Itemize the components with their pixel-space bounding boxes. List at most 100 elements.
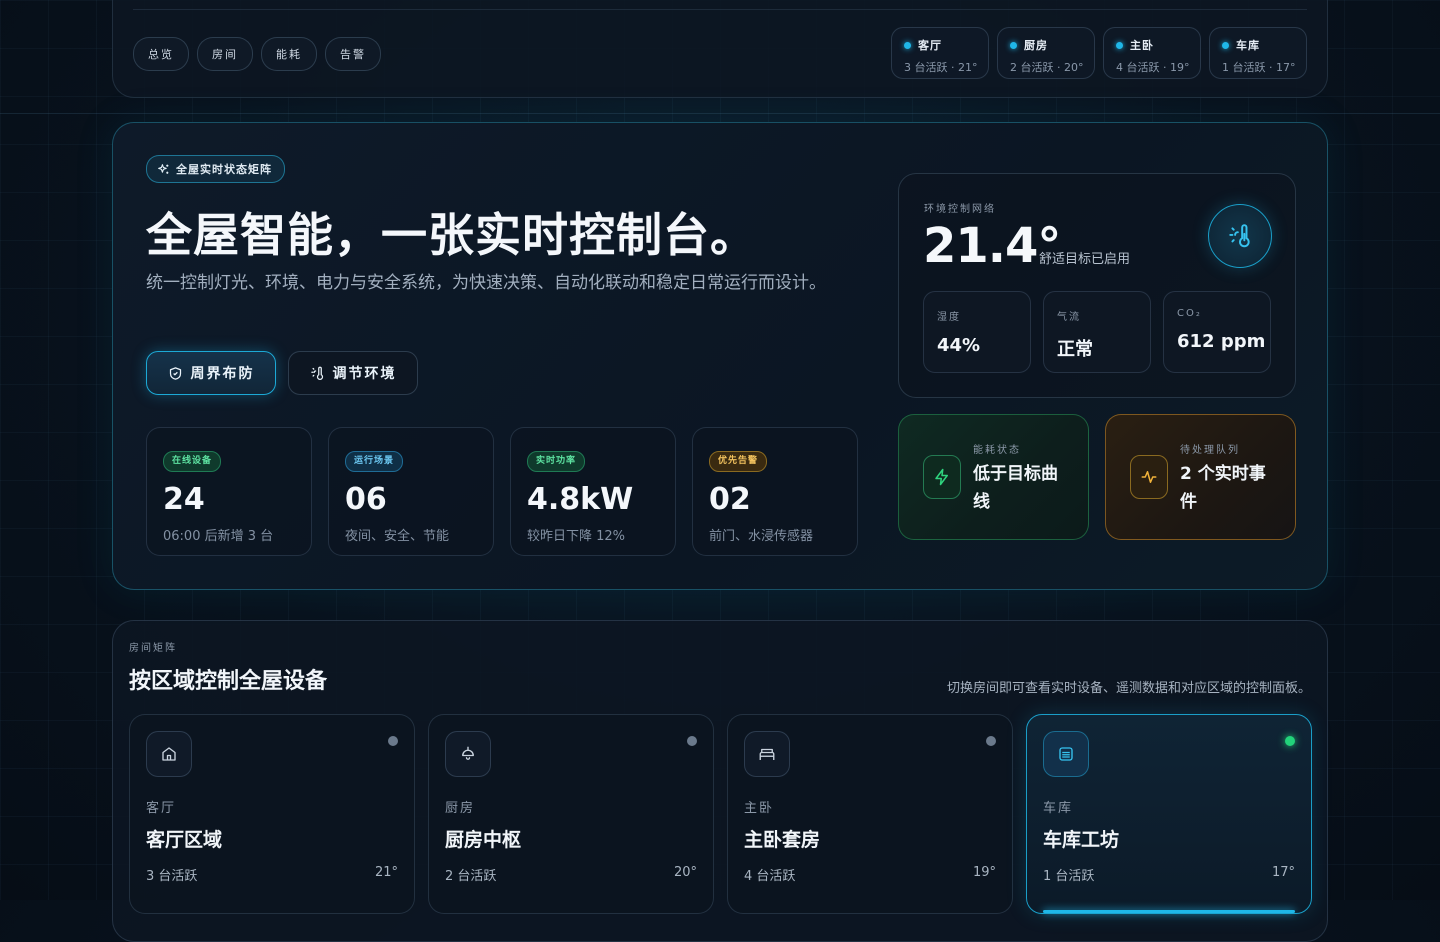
room-chips: 客厅 3 台活跃 · 21° 厨房 2 台活跃 · 20° 主卧 4 台活跃 ·… <box>891 27 1307 79</box>
thermometer-sun-icon <box>310 366 323 380</box>
stat-tag: 在线设备 <box>163 451 222 472</box>
room-chip-name: 车库 <box>1236 39 1260 52</box>
room-label: 主卧 <box>744 801 775 816</box>
room-chip-bedroom[interactable]: 主卧 4 台活跃 · 19° <box>1103 27 1201 79</box>
room-chip-sub: 4 台活跃 · 19° <box>1116 61 1190 74</box>
room-active-devices: 2 台活跃 <box>445 869 497 884</box>
home-icon <box>162 747 176 761</box>
adjust-environment-label: 调节环境 <box>332 366 397 382</box>
room-status-dot <box>388 736 398 746</box>
stat-value: 4.8kW <box>527 482 634 517</box>
room-status-dot <box>986 736 996 746</box>
arm-perimeter-button[interactable]: 周界布防 <box>146 351 276 395</box>
energy-label: 能耗状态 <box>973 445 1021 456</box>
nav-alerts[interactable]: 告警 <box>325 37 381 71</box>
metric-label: 气流 <box>1057 312 1081 323</box>
environment-label: 环境控制网络 <box>924 204 996 215</box>
room-card-bedroom[interactable]: 主卧 主卧套房 4 台活跃 19° <box>727 714 1013 914</box>
nav-rooms[interactable]: 房间 <box>197 37 253 71</box>
room-temperature: 19° <box>972 865 996 880</box>
stat-card-online-devices: 在线设备 24 06:00 后新增 3 台 <box>146 427 312 556</box>
stat-card-priority-alerts: 优先告警 02 前门、水浸传感器 <box>692 427 858 556</box>
metric-value: 正常 <box>1057 339 1093 360</box>
pulse-icon <box>1141 471 1157 483</box>
home-icon-box <box>146 731 192 777</box>
room-chip-name: 客厅 <box>918 39 942 52</box>
environment-panel: 环境控制网络 21.4° 舒适目标已启用 湿度 44% 气流 正常 CO₂ 61… <box>898 173 1296 398</box>
stat-tag: 实时功率 <box>527 451 586 472</box>
room-status-dot <box>1285 736 1295 746</box>
environment-status: 舒适目标已启用 <box>1039 252 1131 267</box>
metric-value: 612 ppm <box>1177 331 1266 352</box>
airflow-metric: 气流 正常 <box>1043 291 1151 373</box>
adjust-environment-button[interactable]: 调节环境 <box>288 351 418 395</box>
background-divider <box>0 113 1440 114</box>
room-name: 车库工坊 <box>1043 829 1120 851</box>
hero-description: 统一控制灯光、环境、电力与安全系统，为快速决策、自动化联动和稳定日常运行而设计。 <box>146 273 826 293</box>
energy-status-card[interactable]: 能耗状态 低于目标曲线 <box>898 414 1089 540</box>
lightning-icon <box>935 468 948 486</box>
pulse-icon-box <box>1130 455 1168 499</box>
room-matrix-title: 按区域控制全屋设备 <box>129 669 328 694</box>
room-card-kitchen[interactable]: 厨房 厨房中枢 2 台活跃 20° <box>428 714 714 914</box>
humidity-metric: 湿度 44% <box>923 291 1031 373</box>
stat-value: 24 <box>163 482 205 517</box>
room-chip-garage[interactable]: 车库 1 台活跃 · 17° <box>1209 27 1307 79</box>
stat-card-power: 实时功率 4.8kW 较昨日下降 12% <box>510 427 676 556</box>
room-cards: 客厅 客厅区域 3 台活跃 21° 厨房 厨房中枢 2 台活跃 20° 主卧 主… <box>129 714 1312 914</box>
room-temperature: 21° <box>374 865 398 880</box>
main-nav: 总览 房间 能耗 告警 <box>133 37 381 71</box>
lamp-icon-box <box>445 731 491 777</box>
pending-queue-label: 待处理队列 <box>1180 445 1240 456</box>
energy-icon-box <box>923 455 961 499</box>
room-name: 客厅区域 <box>146 829 223 851</box>
hero-panel: 全屋实时状态矩阵 全屋智能，一张实时控制台。 统一控制灯光、环境、电力与安全系统… <box>112 122 1328 590</box>
ceiling-lamp-icon <box>462 746 474 760</box>
status-dot <box>904 41 911 49</box>
room-card-living[interactable]: 客厅 客厅区域 3 台活跃 21° <box>129 714 415 914</box>
room-temperature: 17° <box>1271 865 1295 880</box>
metric-label: 湿度 <box>937 312 961 323</box>
metric-label: CO₂ <box>1177 308 1202 319</box>
climate-control-button[interactable] <box>1208 204 1272 268</box>
environment-metrics: 湿度 44% 气流 正常 CO₂ 612 ppm <box>923 291 1271 373</box>
stats-row: 在线设备 24 06:00 后新增 3 台 运行场景 06 夜间、安全、节能 实… <box>146 427 858 556</box>
arm-perimeter-label: 周界布防 <box>190 366 255 382</box>
stat-sub: 夜间、安全、节能 <box>345 529 450 544</box>
room-status-dot <box>687 736 697 746</box>
metric-value: 44% <box>937 335 981 356</box>
room-chip-name: 主卧 <box>1130 39 1154 52</box>
room-label: 车库 <box>1043 801 1074 816</box>
pending-queue-card[interactable]: 待处理队列 2 个实时事件 <box>1105 414 1296 540</box>
room-chip-kitchen[interactable]: 厨房 2 台活跃 · 20° <box>997 27 1095 79</box>
room-chip-name: 厨房 <box>1024 39 1048 52</box>
room-active-devices: 4 台活跃 <box>744 869 796 884</box>
stat-value: 06 <box>345 482 387 517</box>
stat-tag: 运行场景 <box>345 451 404 472</box>
room-matrix-description: 切换房间即可查看实时设备、遥测数据和对应区域的控制面板。 <box>946 681 1311 696</box>
stat-sub: 前门、水浸传感器 <box>709 529 814 544</box>
room-matrix-panel: 房间矩阵 按区域控制全屋设备 切换房间即可查看实时设备、遥测数据和对应区域的控制… <box>112 620 1328 942</box>
room-name: 厨房中枢 <box>445 829 522 851</box>
energy-value: 低于目标曲线 <box>973 464 1058 512</box>
bed-icon <box>759 748 775 760</box>
hero-badge: 全屋实时状态矩阵 <box>146 155 285 183</box>
nav-overview[interactable]: 总览 <box>133 37 189 71</box>
sparkle-icon <box>158 163 169 174</box>
active-room-indicator <box>1043 910 1295 913</box>
hero-badge-label: 全屋实时状态矩阵 <box>176 163 272 176</box>
thermometer-icon <box>1229 224 1250 248</box>
pending-queue-value: 2 个实时事件 <box>1180 464 1266 512</box>
co2-metric: CO₂ 612 ppm <box>1163 291 1271 373</box>
stat-tag: 优先告警 <box>709 451 768 472</box>
nav-energy[interactable]: 能耗 <box>261 37 317 71</box>
garage-icon-box <box>1043 731 1089 777</box>
room-matrix-label: 房间矩阵 <box>129 643 177 654</box>
stat-value: 02 <box>709 482 751 517</box>
room-chip-sub: 3 台活跃 · 21° <box>904 61 978 74</box>
bed-icon-box <box>744 731 790 777</box>
top-bar: 总览 房间 能耗 告警 客厅 3 台活跃 · 21° 厨房 2 台活跃 · 20… <box>112 0 1328 98</box>
room-chip-living[interactable]: 客厅 3 台活跃 · 21° <box>891 27 989 79</box>
room-card-garage[interactable]: 车库 车库工坊 1 台活跃 17° <box>1026 714 1312 914</box>
status-dot <box>1010 41 1017 49</box>
